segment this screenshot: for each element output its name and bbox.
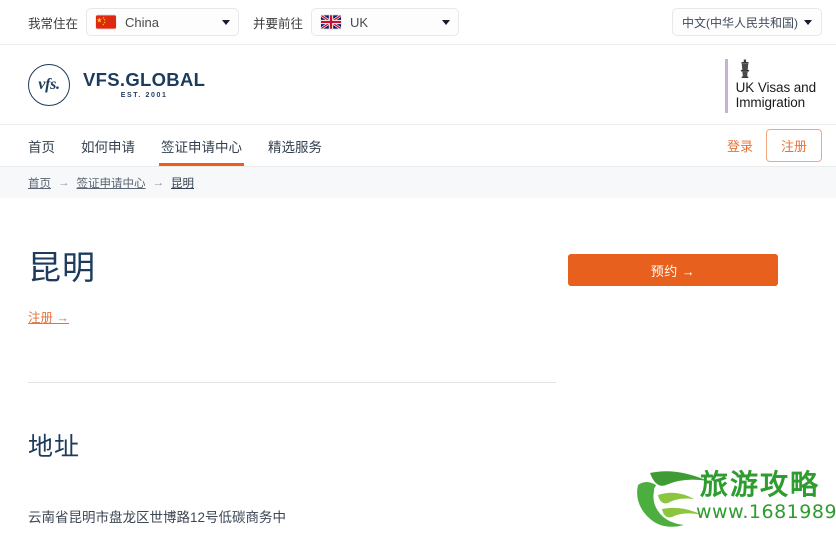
ukvi-partner-logo: UK Visas and Immigration [724, 59, 816, 113]
nav-item-list: 首页 如何申请 签证申请中心 精选服务 [28, 125, 348, 166]
nav-item-label: 首页 [28, 139, 55, 155]
chevron-down-icon [222, 19, 231, 25]
hero-register-link[interactable]: 注册 → [28, 307, 69, 326]
address-text: 云南省昆明市盘龙区世博路12号低碳商务中心A栋15楼1501E, 邮政编码：65… [28, 510, 287, 533]
breadcrumb-separator: → [58, 176, 70, 189]
address-heading: 地址 [28, 433, 81, 461]
language-value: 中文(中华人民共和国) [682, 15, 798, 30]
breadcrumb: 首页 → 签证申请中心 → 昆明 [0, 167, 836, 198]
vfs-logo-tagline: EST. 2001 [120, 92, 168, 100]
chevron-down-icon [442, 19, 451, 25]
nav-item-visa-application-centre[interactable]: 签证申请中心 [159, 125, 244, 166]
register-button[interactable]: 注册 [765, 129, 822, 162]
flag-china-icon [96, 15, 117, 29]
breadcrumb-item-visa-application-centre[interactable]: 签证申请中心 [77, 175, 146, 191]
vfs-wordmark: VFS.GLOBAL EST. 2001 [83, 68, 206, 100]
vfs-monogram-text: vfs. [38, 75, 60, 93]
page-root: 我常住在 China 并要前往 UK 中文(中华人民共和国) vfs. VFS.… [0, 0, 836, 533]
breadcrumb-separator: → [152, 176, 165, 189]
book-appointment-button[interactable]: 预约 → [568, 254, 778, 286]
destination-country-select[interactable]: UK [311, 8, 460, 36]
top-utility-bar: 我常住在 China 并要前往 UK 中文(中华人民共和国) [0, 0, 836, 45]
vfs-monogram-icon: vfs. [28, 63, 70, 106]
nav-item-featured-services[interactable]: 精选服务 [268, 125, 322, 166]
flag-uk-icon [321, 15, 342, 29]
nav-auth-actions: 登录 注册 [727, 125, 822, 166]
residence-country-value: China [125, 14, 159, 30]
nav-item-label: 签证申请中心 [161, 139, 242, 155]
nav-item-home[interactable]: 首页 [28, 125, 55, 166]
site-header: vfs. VFS.GLOBAL EST. 2001 UK Visas and I… [0, 45, 836, 125]
section-divider [28, 382, 556, 383]
residence-country-select[interactable]: China [86, 8, 240, 36]
main-content: 昆明 注册 → 预约 → 地址 云南省昆明市盘龙区世博路12号低碳商务中心A栋1… [0, 198, 836, 533]
main-navigation: 首页 如何申请 签证申请中心 精选服务 登录 注册 [0, 125, 836, 167]
royal-crown-icon [740, 59, 749, 78]
nav-item-how-to-apply[interactable]: 如何申请 [81, 125, 135, 166]
hero-section: 昆明 注册 → 预约 → [28, 198, 808, 378]
vfs-logo-name: VFS.GLOBAL [83, 68, 206, 90]
chevron-down-icon [804, 19, 812, 25]
ukvi-line-1: UK Visas and [735, 80, 816, 95]
login-link[interactable]: 登录 [727, 136, 753, 155]
ukvi-line-2: Immigration [735, 95, 806, 111]
residence-label: 我常住在 [28, 16, 79, 31]
vfs-global-logo[interactable]: vfs. VFS.GLOBAL EST. 2001 [28, 63, 206, 106]
breadcrumb-item-current[interactable]: 昆明 [171, 175, 194, 191]
nav-item-label: 精选服务 [268, 139, 322, 155]
destination-country-value: UK [350, 14, 369, 30]
breadcrumb-item-home[interactable]: 首页 [28, 175, 51, 191]
nav-item-label: 如何申请 [81, 139, 135, 155]
destination-label: 并要前往 [253, 16, 304, 31]
language-select[interactable]: 中文(中华人民共和国) [672, 8, 822, 36]
